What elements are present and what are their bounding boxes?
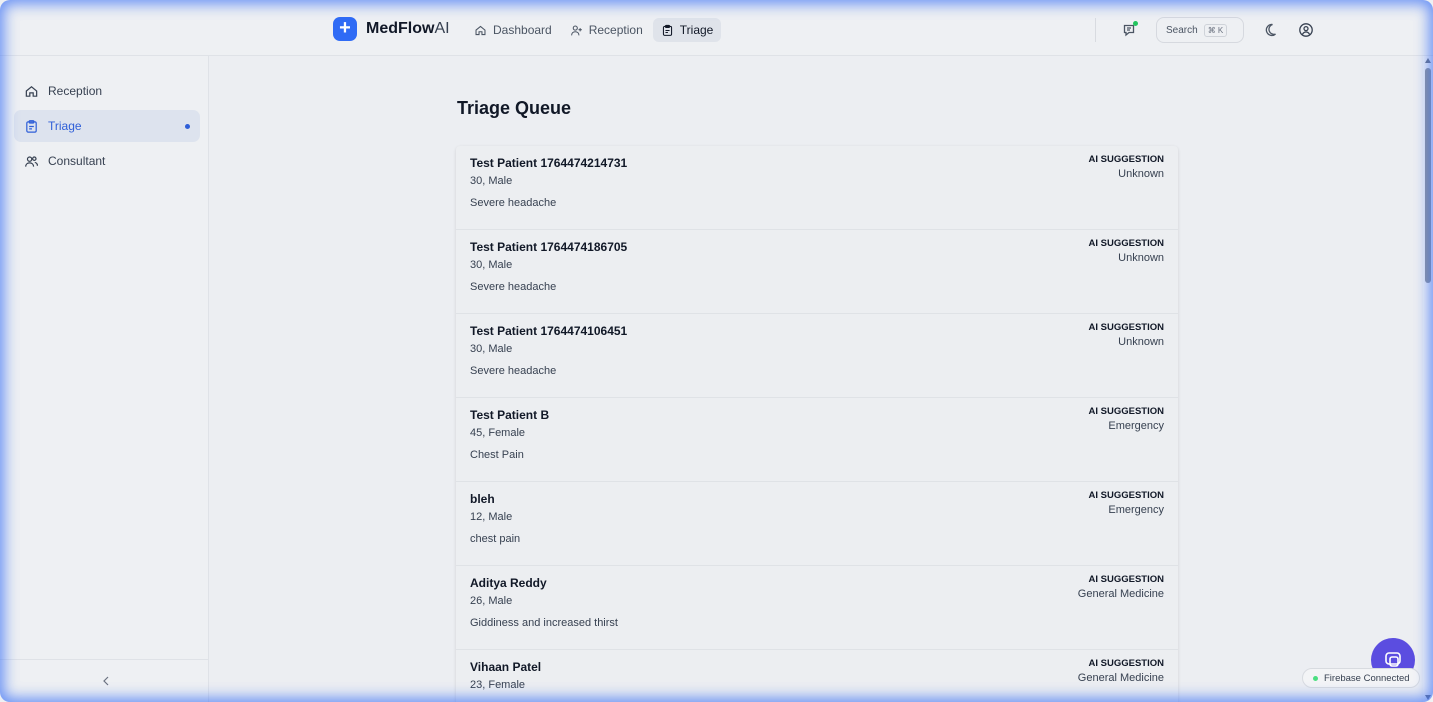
ai-suggestion-label: AI SUGGESTION (1088, 322, 1164, 333)
status-dot-icon (1313, 675, 1318, 681)
patient-row[interactable]: bleh 12, Male chest pain AI SUGGESTION E… (456, 482, 1178, 566)
patient-complaint: Severe headache (470, 365, 557, 377)
patient-age-gender: 30, Male (470, 259, 513, 271)
main-content: Triage Queue Test Patient 1764474214731 … (210, 56, 1423, 702)
header-actions: Search ⌘ K (1095, 16, 1320, 44)
sidebar-footer (0, 659, 209, 702)
user-plus-icon (570, 25, 582, 35)
brand-name-main: MedFlow (366, 20, 435, 37)
scroll-up-arrow-icon[interactable] (1425, 58, 1431, 63)
scroll-thumb[interactable] (1425, 68, 1431, 283)
patient-row[interactable]: Vihaan Patel 23, Female AI SUGGESTION Ge… (456, 650, 1178, 702)
home-icon (25, 85, 38, 97)
patient-age-gender: 23, Female (470, 679, 526, 691)
ai-suggestion-label: AI SUGGESTION (1088, 658, 1164, 669)
ai-suggestion-label: AI SUGGESTION (1088, 490, 1164, 501)
sidebar-item-consultant[interactable]: Consultant (14, 145, 200, 177)
ai-suggestion-label: AI SUGGESTION (1088, 574, 1164, 585)
sidebar-item-label: Reception (48, 84, 103, 98)
home-icon (475, 25, 486, 35)
patient-name: bleh (470, 492, 495, 506)
patient-complaint: Severe headache (470, 281, 557, 293)
ai-suggestion-value: General Medicine (1077, 672, 1164, 684)
patient-name: Aditya Reddy (470, 576, 547, 590)
triage-queue-list: Test Patient 1764474214731 30, Male Seve… (456, 146, 1178, 702)
patient-row[interactable]: Test Patient 1764474106451 30, Male Seve… (456, 314, 1178, 398)
ai-suggestion-value: Unknown (1118, 252, 1164, 264)
ai-suggestion-value: Unknown (1118, 336, 1164, 348)
patient-complaint: Severe headache (470, 197, 557, 209)
patient-age-gender: 12, Male (470, 511, 513, 523)
sidebar-item-label: Triage (48, 119, 82, 133)
ai-suggestion-value: Unknown (1118, 168, 1164, 180)
patient-complaint: chest pain (470, 533, 521, 545)
patient-row[interactable]: Aditya Reddy 26, Male Giddiness and incr… (456, 566, 1178, 650)
user-menu-button[interactable] (1292, 16, 1320, 44)
patient-complaint: Chest Pain (470, 449, 524, 461)
brand[interactable]: + MedFlowAI (333, 17, 450, 41)
online-indicator (1133, 21, 1138, 26)
sidebar: Reception Triage Consultant (0, 56, 209, 702)
patient-name: Vihaan Patel (470, 660, 542, 674)
top-nav: Dashboard Reception Triage (466, 18, 723, 42)
active-indicator (185, 124, 190, 129)
ai-suggestion-label: AI SUGGESTION (1088, 154, 1164, 165)
search-label: Search (1166, 24, 1198, 36)
patient-age-gender: 30, Male (470, 343, 513, 355)
ai-suggestion-value: Emergency (1108, 420, 1164, 432)
patient-name: Test Patient B (470, 408, 550, 422)
ai-suggestion-value: General Medicine (1077, 588, 1164, 600)
header-divider (1095, 18, 1096, 42)
patient-complaint: Giddiness and increased thirst (470, 617, 618, 629)
firebase-status-badge: Firebase Connected (1302, 668, 1420, 688)
sidebar-item-reception[interactable]: Reception (14, 75, 200, 107)
patient-age-gender: 26, Male (470, 595, 513, 607)
ai-suggestion-label: AI SUGGESTION (1088, 238, 1164, 249)
patient-name: Test Patient 1764474106451 (470, 324, 628, 338)
sidebar-item-label: Consultant (48, 154, 106, 168)
patient-row[interactable]: Test Patient 1764474214731 30, Male Seve… (456, 146, 1178, 230)
brand-name-suffix: AI (434, 20, 450, 37)
nav-reception-label: Reception (588, 23, 643, 37)
nav-reception[interactable]: Reception (562, 18, 651, 42)
nav-dashboard[interactable]: Dashboard (466, 18, 560, 42)
patient-row[interactable]: Test Patient B 45, Female Chest Pain AI … (456, 398, 1178, 482)
brand-name: MedFlowAI (366, 20, 450, 38)
page-title: Triage Queue (457, 98, 572, 118)
scroll-down-arrow-icon[interactable] (1425, 695, 1431, 700)
chat-bubble-icon (1385, 652, 1401, 667)
patient-name: Test Patient 1764474214731 (470, 156, 628, 170)
search-shortcut: ⌘ K (1203, 23, 1228, 37)
page-scrollbar[interactable] (1423, 56, 1433, 702)
patient-row[interactable]: Test Patient 1764474186705 30, Male Seve… (456, 230, 1178, 314)
brand-logo-icon: + (333, 17, 357, 41)
nav-triage-label: Triage (679, 23, 714, 37)
patient-name: Test Patient 1764474186705 (470, 240, 628, 254)
nav-triage[interactable]: Triage (652, 18, 722, 42)
user-circle-icon (1299, 23, 1313, 37)
sidebar-item-triage[interactable]: Triage (14, 110, 200, 142)
patient-age-gender: 45, Female (470, 427, 526, 439)
chat-status-button[interactable] (1116, 16, 1144, 44)
top-bar: + MedFlowAI Dashboard Reception Triage S… (0, 0, 1433, 56)
chevron-left-icon[interactable] (98, 673, 114, 689)
moon-icon (1265, 23, 1276, 37)
theme-toggle-button[interactable] (1256, 16, 1284, 44)
nav-dashboard-label: Dashboard (493, 23, 552, 37)
firebase-status-text: Firebase Connected (1324, 672, 1410, 684)
ai-suggestion-value: Emergency (1108, 504, 1164, 516)
clipboard-icon (26, 119, 37, 133)
patient-age-gender: 30, Male (470, 175, 513, 187)
search-button[interactable]: Search ⌘ K (1156, 17, 1244, 43)
clipboard-icon (662, 24, 672, 36)
users-icon (25, 155, 39, 167)
ai-suggestion-label: AI SUGGESTION (1088, 406, 1164, 417)
